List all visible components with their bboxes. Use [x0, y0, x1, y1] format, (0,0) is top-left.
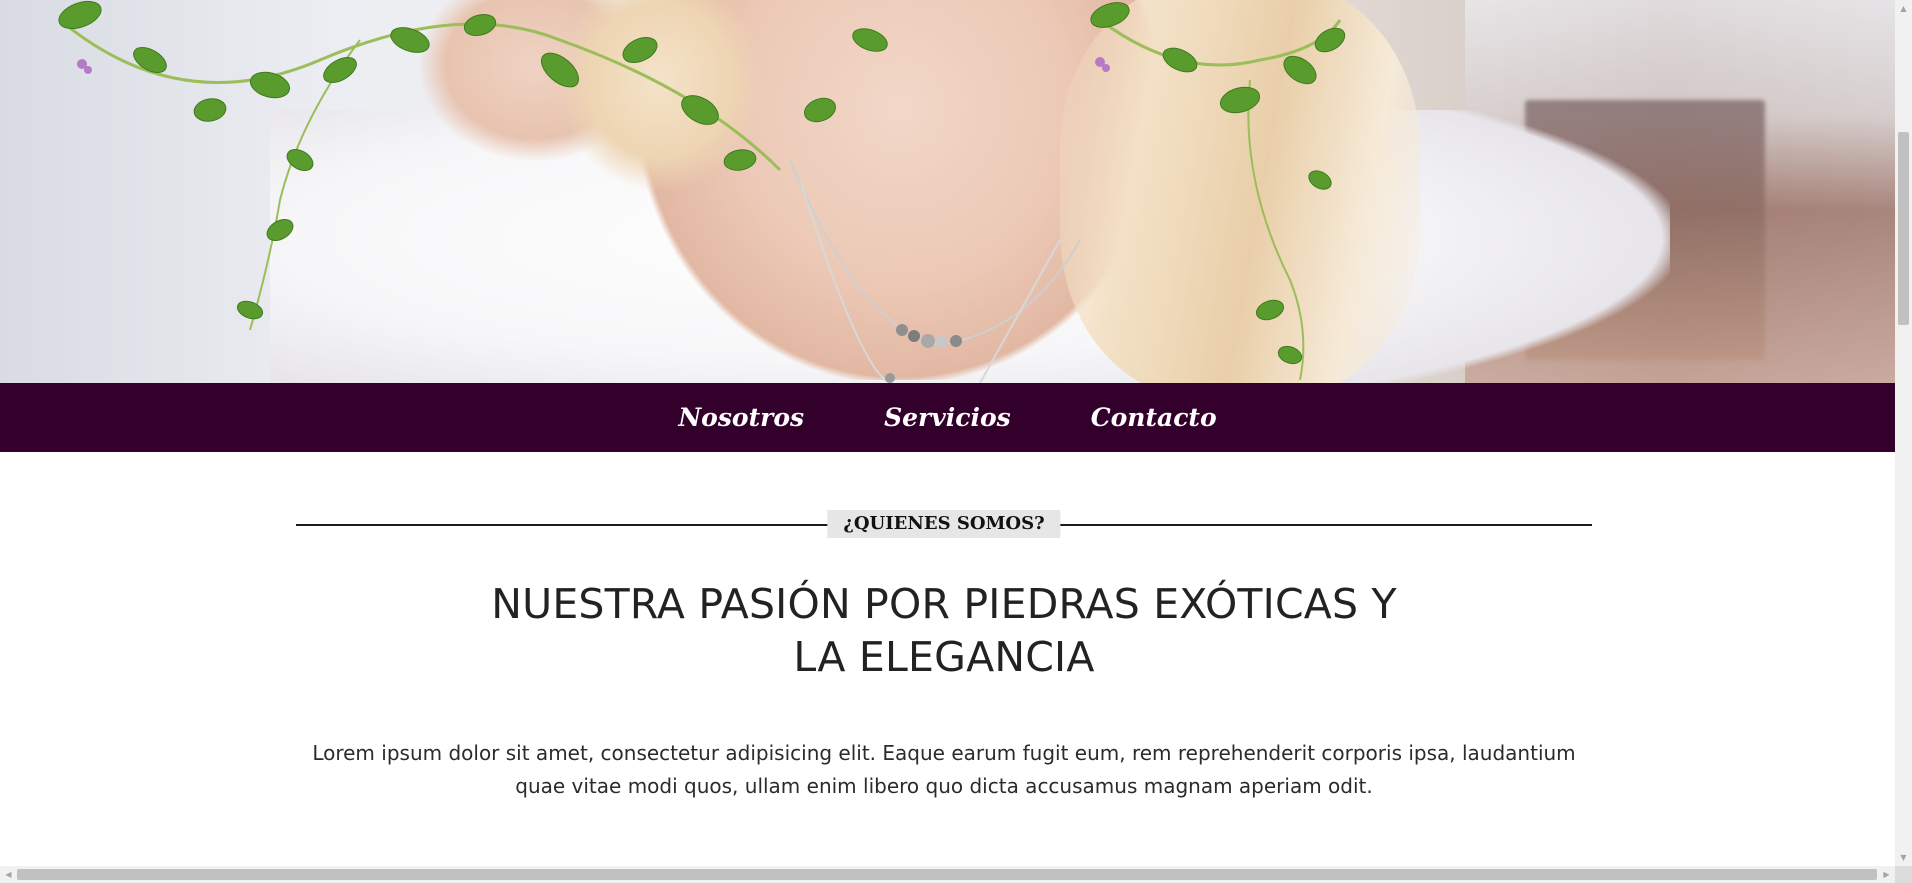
section-divider: ¿QUIENES SOMOS?: [296, 510, 1592, 538]
vertical-scrollbar[interactable]: ▲ ▼: [1895, 0, 1912, 866]
scroll-right-arrow-icon[interactable]: ▶: [1878, 866, 1895, 883]
nav-link-contacto[interactable]: Contacto: [1091, 403, 1217, 432]
next-content-cutoff: [820, 856, 1080, 866]
nav-link-nosotros[interactable]: Nosotros: [678, 403, 804, 432]
headline-line-1: NUESTRA PASIÓN POR PIEDRAS EXÓTICAS Y: [491, 580, 1397, 628]
ivy-vine-icon: [58, 0, 1346, 381]
main-navigation: Nosotros Servicios Contacto: [0, 383, 1895, 452]
nav-link-servicios[interactable]: Servicios: [884, 403, 1011, 432]
headline-line-2: LA ELEGANCIA: [793, 633, 1095, 681]
vertical-scrollbar-thumb[interactable]: [1898, 132, 1909, 325]
horizontal-scrollbar[interactable]: ◀ ▶: [0, 866, 1895, 883]
section-label: ¿QUIENES SOMOS?: [827, 510, 1061, 538]
scroll-up-arrow-icon[interactable]: ▲: [1895, 0, 1912, 17]
hero-image: [0, 0, 1895, 383]
section-body-text: Lorem ipsum dolor sit amet, consectetur …: [312, 741, 1576, 798]
scroll-left-arrow-icon[interactable]: ◀: [0, 866, 17, 883]
scroll-down-arrow-icon[interactable]: ▼: [1895, 849, 1912, 866]
scrollbar-corner: [1895, 866, 1912, 883]
section-headline: NUESTRA PASIÓN POR PIEDRAS EXÓTICAS Y LA…: [446, 578, 1442, 684]
page-viewport: Nosotros Servicios Contacto ¿QUIENES SOM…: [0, 0, 1895, 866]
horizontal-scrollbar-thumb[interactable]: [17, 869, 1877, 880]
